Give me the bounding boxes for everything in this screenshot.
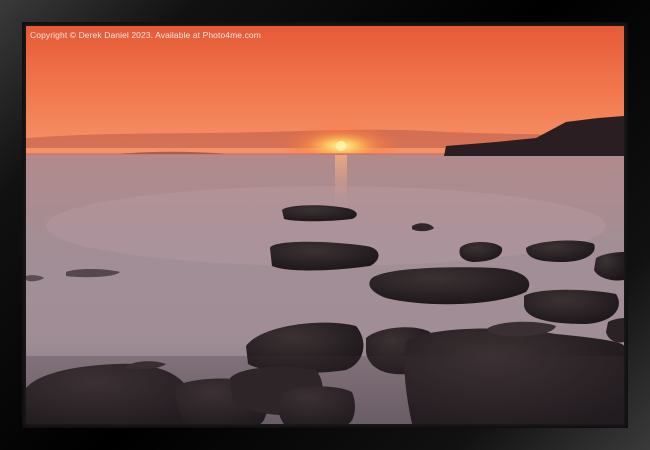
picture-frame: Copyright © Derek Daniel 2023. Available… [0,0,650,450]
rock [270,241,379,271]
foreground-vignette [26,356,624,424]
sunset-photo: Copyright © Derek Daniel 2023. Available… [26,26,624,424]
sun [336,141,346,151]
photo-illustration [26,26,624,424]
copyright-watermark: Copyright © Derek Daniel 2023. Available… [30,30,261,40]
